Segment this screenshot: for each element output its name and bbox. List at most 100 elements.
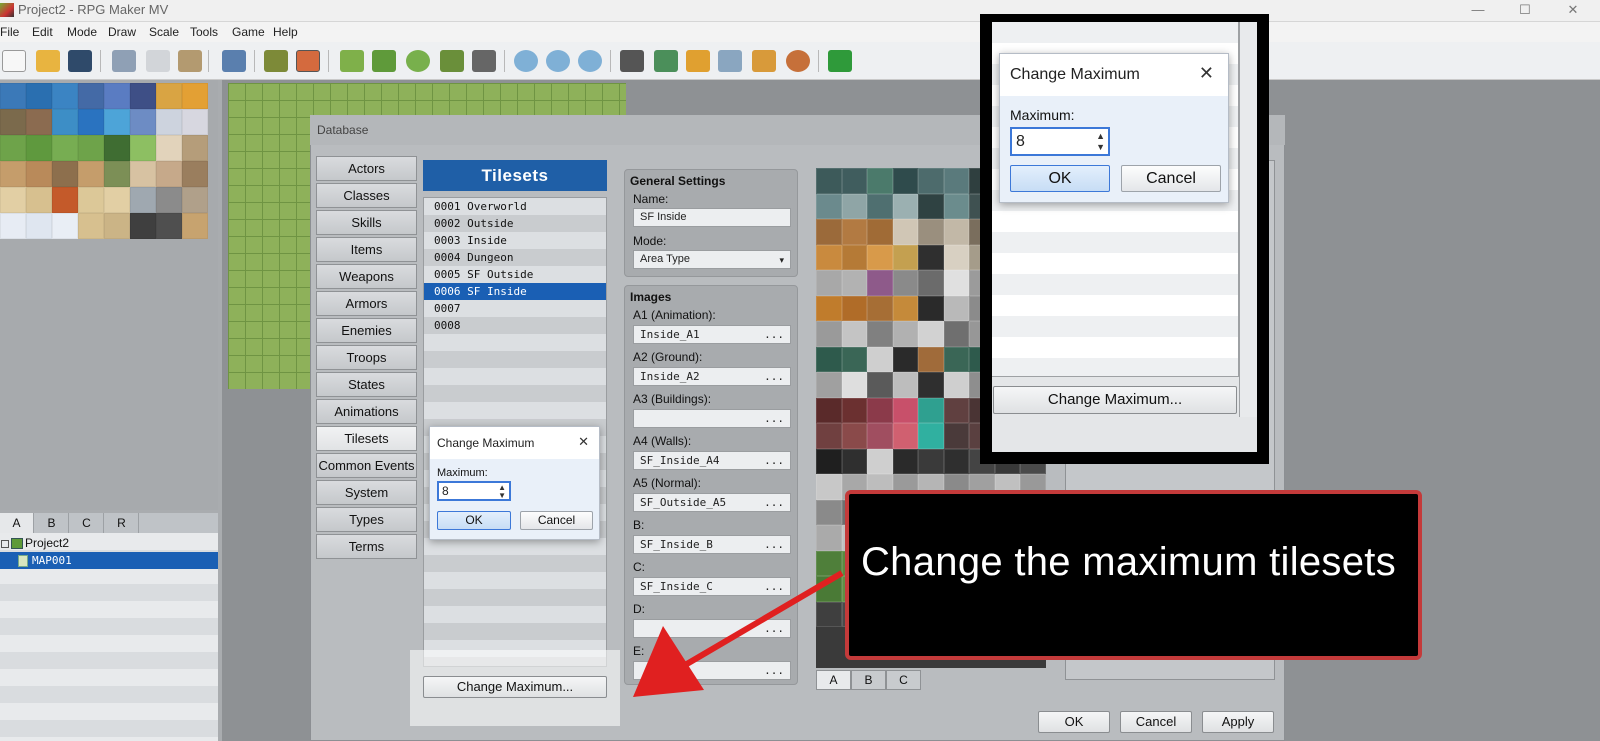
shadow-pen-icon[interactable] (472, 50, 496, 72)
tileset-row[interactable]: 0002 Outside (434, 215, 513, 232)
sound-test-icon[interactable] (686, 50, 710, 72)
menu-tools[interactable]: Tools (190, 25, 218, 39)
tile-palette[interactable] (0, 83, 208, 243)
tileset-row[interactable]: 0008 (434, 317, 461, 334)
nav-common-events[interactable]: Common Events (316, 453, 417, 478)
tree-node-project[interactable]: Project2 (0, 535, 218, 552)
nav-skills[interactable]: Skills (316, 210, 417, 235)
dialog-ok-button[interactable]: OK (437, 511, 511, 530)
browse-icon[interactable]: ... (764, 494, 784, 511)
rectangle-icon[interactable] (372, 50, 396, 72)
nav-items[interactable]: Items (316, 237, 417, 262)
nav-animations[interactable]: Animations (316, 399, 417, 424)
tab-a[interactable]: A (0, 513, 34, 533)
save-project-icon[interactable] (68, 50, 92, 72)
image-field-d[interactable]: ... (633, 619, 791, 638)
zoom-change-maximum-button[interactable]: Change Maximum... (993, 386, 1237, 414)
image-field-a3[interactable]: ... (633, 409, 791, 428)
close-icon[interactable]: ✕ (578, 434, 589, 450)
map-mode-icon[interactable] (264, 50, 288, 72)
change-maximum-button[interactable]: Change Maximum... (423, 676, 607, 698)
tab-r[interactable]: R (105, 513, 139, 533)
nav-armors[interactable]: Armors (316, 291, 417, 316)
image-field-a1[interactable]: Inside_A1... (633, 325, 791, 344)
browse-icon[interactable]: ... (764, 578, 784, 595)
image-field-c[interactable]: SF_Inside_C... (633, 577, 791, 596)
zoom-dialog-cancel-button[interactable]: Cancel (1121, 165, 1221, 192)
menu-help[interactable]: Help (273, 25, 298, 39)
nav-system[interactable]: System (316, 480, 417, 505)
image-field-a5[interactable]: SF_Outside_A5... (633, 493, 791, 512)
image-field-e[interactable]: ... (633, 661, 791, 680)
name-input[interactable]: SF Inside (633, 208, 791, 227)
browse-icon[interactable]: ... (764, 368, 784, 385)
browse-icon[interactable]: ... (764, 662, 784, 679)
event-searcher-icon[interactable] (718, 50, 742, 72)
event-mode-icon[interactable] (296, 50, 320, 72)
actual-size-icon[interactable] (578, 50, 602, 72)
menu-game[interactable]: Game (232, 25, 265, 39)
database-icon[interactable] (620, 50, 644, 72)
menu-draw[interactable]: Draw (108, 25, 136, 39)
image-field-a2[interactable]: Inside_A2... (633, 367, 791, 386)
pencil-icon[interactable] (340, 50, 364, 72)
plugin-manager-icon[interactable] (654, 50, 678, 72)
nav-classes[interactable]: Classes (316, 183, 417, 208)
preview-tab-b[interactable]: B (851, 670, 886, 690)
paste-icon[interactable] (178, 50, 202, 72)
maximum-spinbox[interactable]: 8 ▲ ▼ (437, 481, 511, 501)
zoom-out-icon[interactable] (546, 50, 570, 72)
close-window-button[interactable]: ✕ (1550, 0, 1596, 22)
zoom-maximum-spinbox[interactable]: 8 ▲ ▼ (1010, 127, 1110, 156)
nav-states[interactable]: States (316, 372, 417, 397)
new-project-icon[interactable] (2, 50, 26, 72)
tab-b[interactable]: B (35, 513, 69, 533)
nav-terms[interactable]: Terms (316, 534, 417, 559)
tree-node-map001[interactable]: MAP001 (0, 552, 218, 569)
menu-mode[interactable]: Mode (67, 25, 97, 39)
zoom-close-icon[interactable]: ✕ (1199, 63, 1214, 84)
zoom-spin-up-icon[interactable]: ▲ (1096, 132, 1105, 141)
nav-tilesets[interactable]: Tilesets (316, 426, 417, 451)
nav-types[interactable]: Types (316, 507, 417, 532)
dialog-cancel-button[interactable]: Cancel (520, 511, 593, 530)
open-project-icon[interactable] (36, 50, 60, 72)
mode-select[interactable]: Area Type ▾ (633, 250, 791, 269)
cancel-button[interactable]: Cancel (1120, 711, 1192, 733)
tileset-row[interactable]: 0004 Dungeon (434, 249, 513, 266)
browse-icon[interactable]: ... (764, 452, 784, 469)
character-generator-icon[interactable] (786, 50, 810, 72)
tileset-row[interactable]: 0003 Inside (434, 232, 507, 249)
tileset-row[interactable]: 0007 (434, 300, 461, 317)
cut-icon[interactable] (112, 50, 136, 72)
nav-actors[interactable]: Actors (316, 156, 417, 181)
menu-edit[interactable]: Edit (32, 25, 53, 39)
resource-manager-icon[interactable] (752, 50, 776, 72)
tab-c[interactable]: C (70, 513, 104, 533)
spin-down-icon[interactable]: ▼ (498, 492, 506, 500)
nav-weapons[interactable]: Weapons (316, 264, 417, 289)
zoom-in-icon[interactable] (514, 50, 538, 72)
browse-icon[interactable]: ... (764, 536, 784, 553)
preview-tab-c[interactable]: C (886, 670, 921, 690)
preview-tab-a[interactable]: A (816, 670, 851, 690)
ok-button[interactable]: OK (1038, 711, 1110, 733)
zoom-dialog-ok-button[interactable]: OK (1010, 165, 1110, 192)
browse-icon[interactable]: ... (764, 620, 784, 637)
maximize-button[interactable]: ☐ (1502, 0, 1548, 22)
undo-icon[interactable] (222, 50, 246, 72)
fill-icon[interactable] (440, 50, 464, 72)
tileset-row[interactable]: 0005 SF Outside (434, 266, 533, 283)
browse-icon[interactable]: ... (764, 410, 784, 427)
nav-enemies[interactable]: Enemies (316, 318, 417, 343)
menu-scale[interactable]: Scale (149, 25, 179, 39)
nav-troops[interactable]: Troops (316, 345, 417, 370)
tileset-row[interactable]: 0001 Overworld (434, 198, 527, 215)
minimize-button[interactable]: — (1455, 0, 1501, 22)
browse-icon[interactable]: ... (764, 326, 784, 343)
ellipse-icon[interactable] (406, 50, 430, 72)
menu-file[interactable]: File (0, 25, 19, 39)
zoom-spin-down-icon[interactable]: ▼ (1096, 143, 1105, 152)
playtest-icon[interactable] (828, 50, 852, 72)
copy-icon[interactable] (146, 50, 170, 72)
